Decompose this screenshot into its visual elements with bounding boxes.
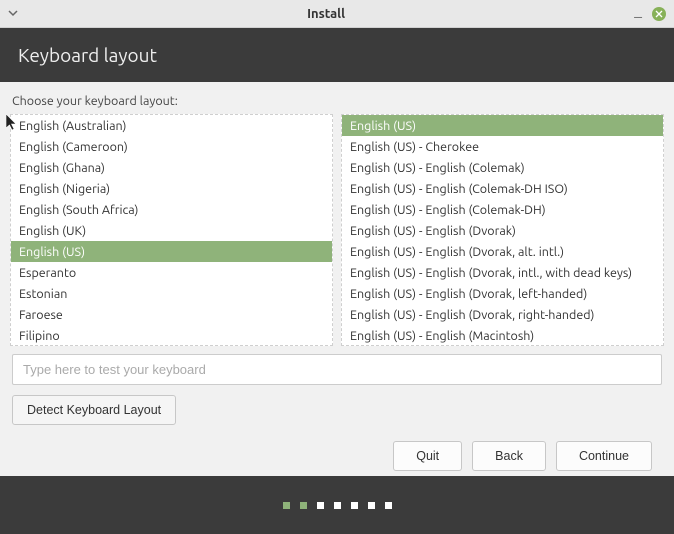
window-titlebar: Install _ <box>0 0 674 28</box>
variant-item[interactable]: English (US) - English (Macintosh) <box>342 325 663 346</box>
variant-item[interactable]: English (US) - English (Dvorak, left-han… <box>342 283 663 304</box>
layout-item[interactable]: English (Ghana) <box>11 157 332 178</box>
variant-item[interactable]: English (US) - Cherokee <box>342 136 663 157</box>
prompt-label: Choose your keyboard layout: <box>10 94 664 108</box>
back-button[interactable]: Back <box>472 441 546 471</box>
page-header: Keyboard layout <box>0 28 674 82</box>
continue-button[interactable]: Continue <box>556 441 652 471</box>
layout-item[interactable]: Estonian <box>11 283 332 304</box>
detect-keyboard-button[interactable]: Detect Keyboard Layout <box>12 395 176 425</box>
minimize-button[interactable]: _ <box>634 2 642 18</box>
layout-item[interactable]: English (UK) <box>11 220 332 241</box>
quit-button[interactable]: Quit <box>393 441 462 471</box>
variant-item[interactable]: English (US) - English (Dvorak, intl., w… <box>342 262 663 283</box>
progress-dot <box>300 502 307 509</box>
close-button[interactable] <box>652 7 666 21</box>
progress-dot <box>317 502 324 509</box>
layout-item[interactable]: English (Cameroon) <box>11 136 332 157</box>
progress-dots <box>0 476 674 534</box>
layout-item[interactable]: English (Australian) <box>11 115 332 136</box>
layout-item[interactable]: English (US) <box>11 241 332 262</box>
variant-item[interactable]: English (US) - English (Dvorak, right-ha… <box>342 304 663 325</box>
variant-item[interactable]: English (US) - English (Colemak-DH ISO) <box>342 178 663 199</box>
variant-item[interactable]: English (US) <box>342 115 663 136</box>
variant-item[interactable]: English (US) - English (Dvorak, alt. int… <box>342 241 663 262</box>
variant-item[interactable]: English (US) - English (Colemak-DH) <box>342 199 663 220</box>
window-title: Install <box>18 7 634 21</box>
variant-item[interactable]: English (US) - English (Dvorak) <box>342 220 663 241</box>
progress-dot <box>351 502 358 509</box>
chevron-down-icon[interactable] <box>8 8 18 18</box>
layout-listbox[interactable]: English (Australian)English (Cameroon)En… <box>10 114 333 346</box>
progress-dot <box>283 502 290 509</box>
variant-item[interactable]: English (US) - English (Colemak) <box>342 157 663 178</box>
page-title: Keyboard layout <box>18 44 656 66</box>
layout-item[interactable]: Faroese <box>11 304 332 325</box>
progress-dot <box>334 502 341 509</box>
progress-dot <box>368 502 375 509</box>
layout-item[interactable]: English (South Africa) <box>11 199 332 220</box>
keyboard-test-input[interactable] <box>12 354 662 385</box>
main-content: Choose your keyboard layout: English (Au… <box>0 82 674 481</box>
layout-item[interactable]: Esperanto <box>11 262 332 283</box>
layout-item[interactable]: English (Nigeria) <box>11 178 332 199</box>
progress-dot <box>385 502 392 509</box>
variant-listbox[interactable]: English (US)English (US) - CherokeeEngli… <box>341 114 664 346</box>
layout-item[interactable]: Filipino <box>11 325 332 346</box>
